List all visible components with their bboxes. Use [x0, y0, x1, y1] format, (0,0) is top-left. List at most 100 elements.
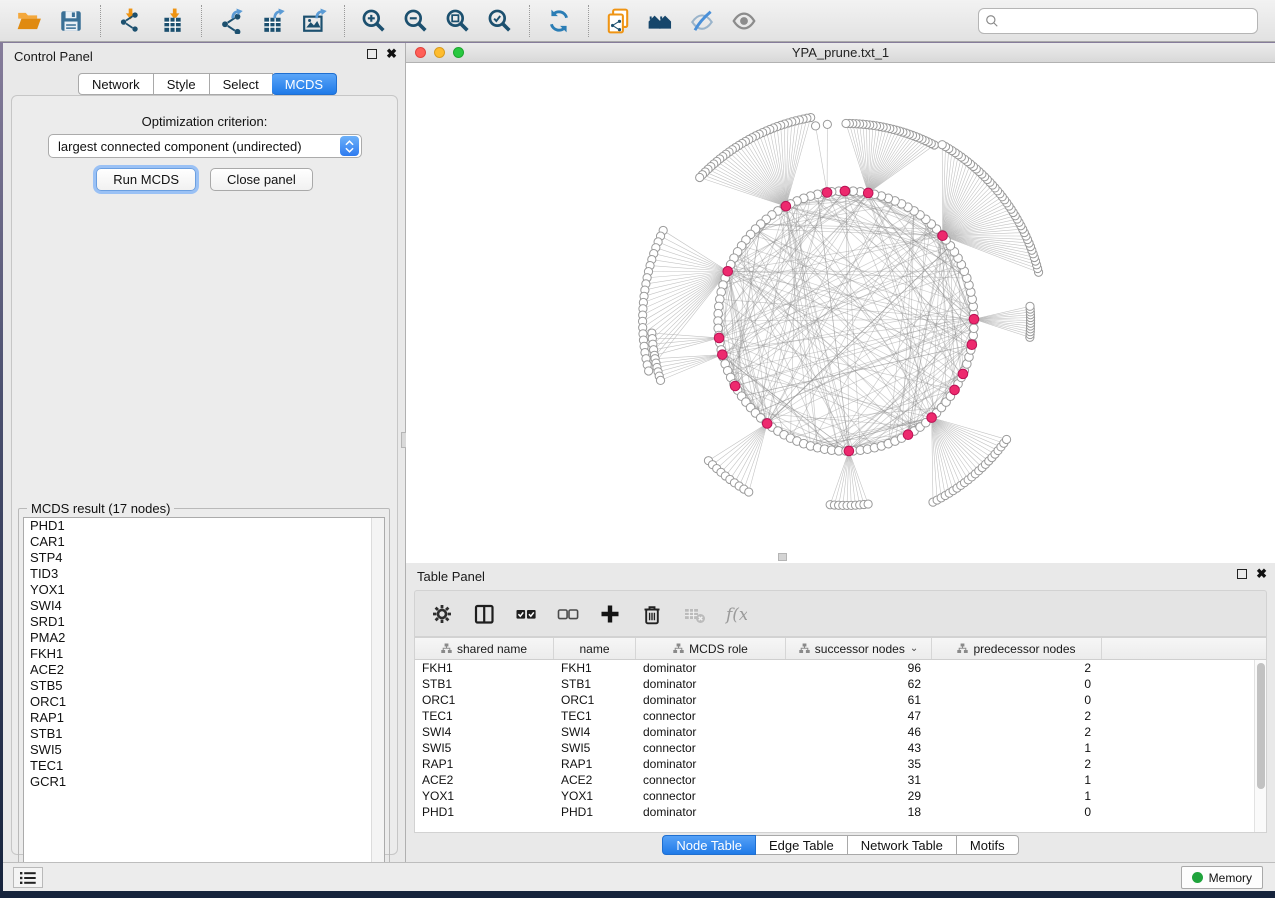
- network-leaf-node[interactable]: [696, 173, 704, 181]
- network-canvas[interactable]: [406, 63, 1275, 562]
- tab-select[interactable]: Select: [210, 73, 273, 95]
- table-row[interactable]: ORC1ORC1dominator610: [415, 692, 1254, 708]
- mcds-result-item[interactable]: GCR1: [24, 774, 384, 790]
- table-row[interactable]: FKH1FKH1dominator962: [415, 660, 1254, 676]
- network-leaf-node[interactable]: [656, 376, 664, 384]
- network-leaf-node[interactable]: [938, 141, 946, 149]
- mcds-result-item[interactable]: STB5: [24, 678, 384, 694]
- table-scrollbar[interactable]: [1254, 660, 1266, 832]
- zoom-out-button[interactable]: [399, 4, 433, 38]
- mcds-hub-node[interactable]: [730, 381, 740, 391]
- close-panel-button[interactable]: Close panel: [210, 168, 313, 191]
- horizontal-split-handle[interactable]: [778, 553, 787, 561]
- network-leaf-node[interactable]: [1002, 435, 1010, 443]
- show-all-button[interactable]: [727, 4, 761, 38]
- search-box[interactable]: [978, 8, 1258, 34]
- mcds-hub-node[interactable]: [863, 188, 873, 198]
- column-layout-button[interactable]: [471, 601, 497, 627]
- table-row[interactable]: PHD1PHD1dominator180: [415, 804, 1254, 820]
- tab-network-table[interactable]: Network Table: [848, 835, 957, 855]
- mcds-hub-node[interactable]: [822, 188, 832, 198]
- table-row[interactable]: ACE2ACE2connector311: [415, 772, 1254, 788]
- column-header-shared-name[interactable]: shared name: [415, 638, 554, 659]
- close-table-panel-icon[interactable]: ✖: [1256, 569, 1267, 579]
- mcds-hub-node[interactable]: [723, 266, 733, 276]
- network-leaf-node[interactable]: [842, 119, 850, 127]
- table-options-gear-button[interactable]: [429, 601, 455, 627]
- select-all-button[interactable]: [513, 601, 539, 627]
- mcds-result-item[interactable]: STP4: [24, 550, 384, 566]
- mcds-result-item[interactable]: FKH1: [24, 646, 384, 662]
- network-leaf-node[interactable]: [864, 500, 872, 508]
- mcds-result-item[interactable]: ORC1: [24, 694, 384, 710]
- mcds-hub-node[interactable]: [958, 369, 968, 379]
- mcds-result-item[interactable]: TEC1: [24, 758, 384, 774]
- network-node[interactable]: [969, 324, 978, 333]
- refresh-network-button[interactable]: [542, 4, 576, 38]
- export-network-button[interactable]: [214, 4, 248, 38]
- network-leaf-node[interactable]: [645, 367, 653, 375]
- table-row[interactable]: SWI4SWI4dominator462: [415, 724, 1254, 740]
- mcds-result-list[interactable]: PHD1CAR1STP4TID3YOX1SWI4SRD1PMA2FKH1ACE2…: [23, 517, 385, 879]
- mcds-hub-node[interactable]: [781, 201, 791, 211]
- column-header-MCDS-role[interactable]: MCDS role: [636, 638, 786, 659]
- column-header-predecessor-nodes[interactable]: predecessor nodes: [932, 638, 1102, 659]
- task-history-button[interactable]: [13, 867, 43, 888]
- table-row[interactable]: RAP1RAP1dominator352: [415, 756, 1254, 772]
- sort-chevron-icon[interactable]: ⌄: [910, 643, 918, 654]
- mcds-result-item[interactable]: SWI4: [24, 598, 384, 614]
- tab-style[interactable]: Style: [154, 73, 210, 95]
- tab-edge-table[interactable]: Edge Table: [756, 835, 848, 855]
- open-file-button[interactable]: [12, 4, 46, 38]
- first-neighbors-button[interactable]: [643, 4, 677, 38]
- mcds-result-item[interactable]: PMA2: [24, 630, 384, 646]
- tab-motifs[interactable]: Motifs: [957, 835, 1019, 855]
- mcds-result-item[interactable]: TID3: [24, 566, 384, 582]
- delete-entry-button[interactable]: [639, 601, 665, 627]
- zoom-selected-button[interactable]: [483, 4, 517, 38]
- float-panel-icon[interactable]: [367, 49, 377, 59]
- mcds-hub-node[interactable]: [967, 340, 977, 350]
- tab-node-table[interactable]: Node Table: [662, 835, 756, 855]
- import-table-button[interactable]: [155, 4, 189, 38]
- mcds-result-item[interactable]: SWI5: [24, 742, 384, 758]
- add-entry-button[interactable]: [597, 601, 623, 627]
- mcds-result-item[interactable]: ACE2: [24, 662, 384, 678]
- table-row[interactable]: SWI5SWI5connector431: [415, 740, 1254, 756]
- mcds-hub-node[interactable]: [840, 186, 850, 196]
- mcds-list-scrollbar[interactable]: [371, 518, 384, 878]
- mcds-result-item[interactable]: RAP1: [24, 710, 384, 726]
- search-input[interactable]: [1005, 11, 1257, 31]
- mcds-hub-node[interactable]: [950, 385, 960, 395]
- network-leaf-node[interactable]: [811, 122, 819, 130]
- delete-table-button[interactable]: [681, 601, 707, 627]
- mcds-hub-node[interactable]: [762, 419, 772, 429]
- mcds-result-item[interactable]: SRD1: [24, 614, 384, 630]
- network-window-titlebar[interactable]: YPA_prune.txt_1: [406, 43, 1275, 63]
- mcds-hub-node[interactable]: [938, 231, 948, 241]
- run-mcds-button[interactable]: Run MCDS: [96, 168, 196, 191]
- mcds-hub-node[interactable]: [714, 333, 724, 343]
- close-panel-icon[interactable]: ✖: [386, 49, 397, 59]
- float-table-panel-icon[interactable]: [1237, 569, 1247, 579]
- mcds-result-item[interactable]: STB1: [24, 726, 384, 742]
- table-row[interactable]: TEC1TEC1connector472: [415, 708, 1254, 724]
- save-session-button[interactable]: [54, 4, 88, 38]
- table-scrollbar-thumb[interactable]: [1257, 663, 1265, 789]
- mcds-hub-node[interactable]: [927, 413, 937, 423]
- hide-selected-button[interactable]: [685, 4, 719, 38]
- table-row[interactable]: YOX1YOX1connector291: [415, 788, 1254, 804]
- mcds-hub-node[interactable]: [969, 314, 979, 324]
- zoom-fit-button[interactable]: [441, 4, 475, 38]
- mcds-hub-node[interactable]: [903, 430, 913, 440]
- function-builder-button[interactable]: f(x): [723, 601, 749, 627]
- export-image-button[interactable]: [298, 4, 332, 38]
- mcds-result-item[interactable]: YOX1: [24, 582, 384, 598]
- memory-button[interactable]: Memory: [1181, 866, 1263, 889]
- zoom-in-button[interactable]: [357, 4, 391, 38]
- tab-mcds[interactable]: MCDS: [272, 73, 337, 95]
- column-header-successor-nodes[interactable]: successor nodes⌄: [786, 638, 932, 659]
- mcds-hub-node[interactable]: [844, 446, 854, 456]
- table-row[interactable]: STB1STB1dominator620: [415, 676, 1254, 692]
- mcds-result-item[interactable]: CAR1: [24, 534, 384, 550]
